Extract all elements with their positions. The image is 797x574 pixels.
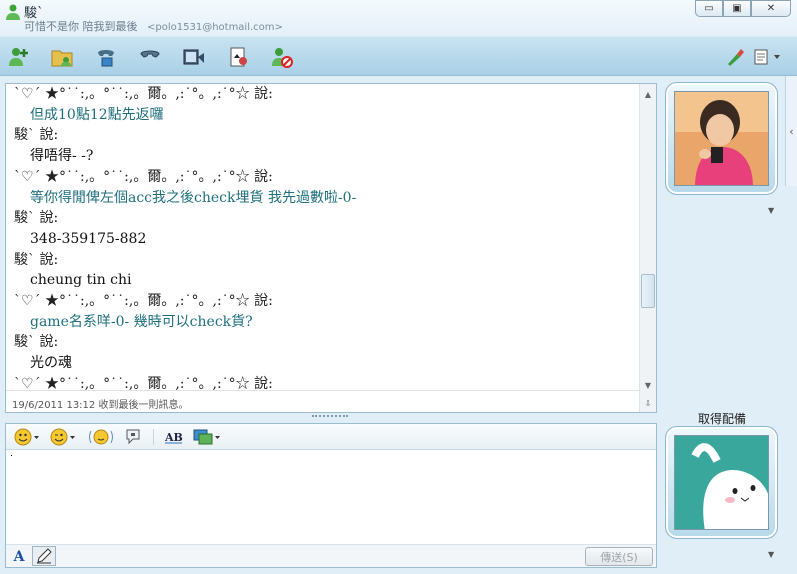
scrollbar-thumb[interactable]	[641, 274, 655, 308]
menu-icon[interactable]	[752, 44, 784, 70]
contact-display-picture[interactable]	[665, 82, 778, 195]
share-files-icon[interactable]	[49, 44, 75, 70]
background-icon[interactable]	[192, 428, 222, 446]
close-button[interactable]: ✕	[751, 0, 791, 17]
message-sender-line: ˋ♡ˊ ★°˙˙:,。°˙˙:,。爾。,:˙°。,:˙°☆ 說:	[14, 168, 273, 185]
status-divider	[6, 390, 639, 391]
my-display-picture[interactable]	[665, 426, 778, 539]
message-text: 但成10點12點先返囉	[30, 106, 164, 123]
scroll-up-arrow-icon[interactable]: ▲	[640, 86, 656, 102]
maximize-button[interactable]: ▣	[723, 0, 751, 17]
invite-contact-icon[interactable]	[6, 44, 32, 70]
block-contact-icon[interactable]	[269, 44, 295, 70]
pane-splitter[interactable]	[312, 415, 348, 419]
scroll-to-end-icon[interactable]: ⇩	[640, 395, 656, 411]
contact-status-message: 可惜不是你 陪我到最後	[24, 20, 138, 33]
contact-subtitle: 可惜不是你 陪我到最後 <polo1531@hotmail.com>	[24, 18, 283, 34]
message-sender-line: ˋ♡ˊ ★°˙˙:,。°˙˙:,。爾。,:˙°。,:˙°☆ 說:	[14, 86, 273, 102]
activities-icon[interactable]	[181, 44, 207, 70]
wink-icon[interactable]	[50, 428, 76, 446]
chat-history-pane: ˋ♡ˊ ★°˙˙:,。°˙˙:,。爾。,:˙°。,:˙°☆ 說: 但成10點12點…	[5, 83, 657, 413]
voice-call-icon[interactable]	[137, 44, 163, 70]
contact-photo	[674, 91, 769, 186]
send-button[interactable]: 傳送(S)	[585, 547, 653, 566]
collapse-sidebar-button[interactable]: ‹	[785, 76, 797, 186]
my-picture-dropdown-icon[interactable]: ▼	[768, 550, 774, 559]
message-sender-line: ˋ♡ˊ ★°˙˙:,。°˙˙:,。爾。,:˙°。,:˙°☆ 說:	[14, 293, 273, 310]
emoticon-icon[interactable]	[14, 428, 40, 446]
scroll-down-arrow-icon[interactable]: ▼	[640, 377, 656, 393]
message-text: 得唔得- -?	[30, 148, 94, 165]
svg-text:AB: AB	[164, 431, 183, 444]
message-sender-line: 駿` 說:	[14, 127, 59, 144]
compose-toolbar: AB	[6, 424, 656, 450]
games-icon[interactable]	[225, 44, 251, 70]
message-list[interactable]: ˋ♡ˊ ★°˙˙:,。°˙˙:,。爾。,:˙°。,:˙°☆ 說: 但成10點12點…	[6, 84, 639, 390]
video-call-icon[interactable]	[93, 44, 119, 70]
get-decoration-link[interactable]: 取得配備	[698, 410, 746, 427]
message-text: cheung tin chi	[30, 272, 132, 289]
font-button[interactable]: A	[9, 547, 29, 566]
font-style-icon[interactable]: AB	[164, 428, 184, 446]
display-picture-column: ‹ ▼ 取得配備 ▼	[660, 76, 797, 574]
message-text: 等你得閒俾左個acc我之後check埋貨 我先過數啦-0-	[30, 189, 357, 206]
chat-scrollbar[interactable]: ▲ ▼ ⇩	[639, 84, 656, 412]
message-text: game名系咩-0- 幾時可以check貨?	[30, 313, 253, 330]
voice-clip-icon[interactable]	[124, 428, 144, 446]
compose-toolbar-separator	[153, 429, 154, 445]
window-controls: ▭ ▣ ✕	[695, 0, 791, 17]
my-photo	[674, 435, 769, 530]
conversation-toolbar	[0, 36, 797, 76]
handwriting-pen-icon[interactable]	[32, 546, 56, 566]
message-input[interactable]	[10, 456, 650, 542]
paint-background-icon[interactable]	[722, 44, 748, 70]
title-bar: 駿` 可惜不是你 陪我到最後 <polo1531@hotmail.com> ▭ …	[0, 0, 797, 36]
messenger-buddy-icon	[4, 3, 22, 25]
nudge-icon[interactable]	[88, 428, 114, 446]
contact-email: <polo1531@hotmail.com>	[147, 22, 283, 33]
message-text: 348-359175-882	[30, 230, 147, 247]
compose-pane: AB A 傳送(S)	[5, 423, 657, 568]
message-sender-line: 駿` 說:	[14, 251, 59, 268]
message-sender-line: 駿` 說:	[14, 210, 59, 227]
message-sender-line: ˋ♡ˊ ★°˙˙:,。°˙˙:,。爾。,:˙°。,:˙°☆ 說:	[14, 375, 273, 390]
message-text: 光の魂	[30, 355, 72, 372]
message-sender-line: 駿` 說:	[14, 334, 59, 351]
last-message-status: 19/6/2011 13:12 收到最後一則訊息。	[12, 400, 189, 411]
minimize-button[interactable]: ▭	[695, 0, 723, 17]
compose-footer: A 傳送(S)	[6, 544, 656, 567]
contact-picture-dropdown-icon[interactable]: ▼	[768, 206, 774, 215]
